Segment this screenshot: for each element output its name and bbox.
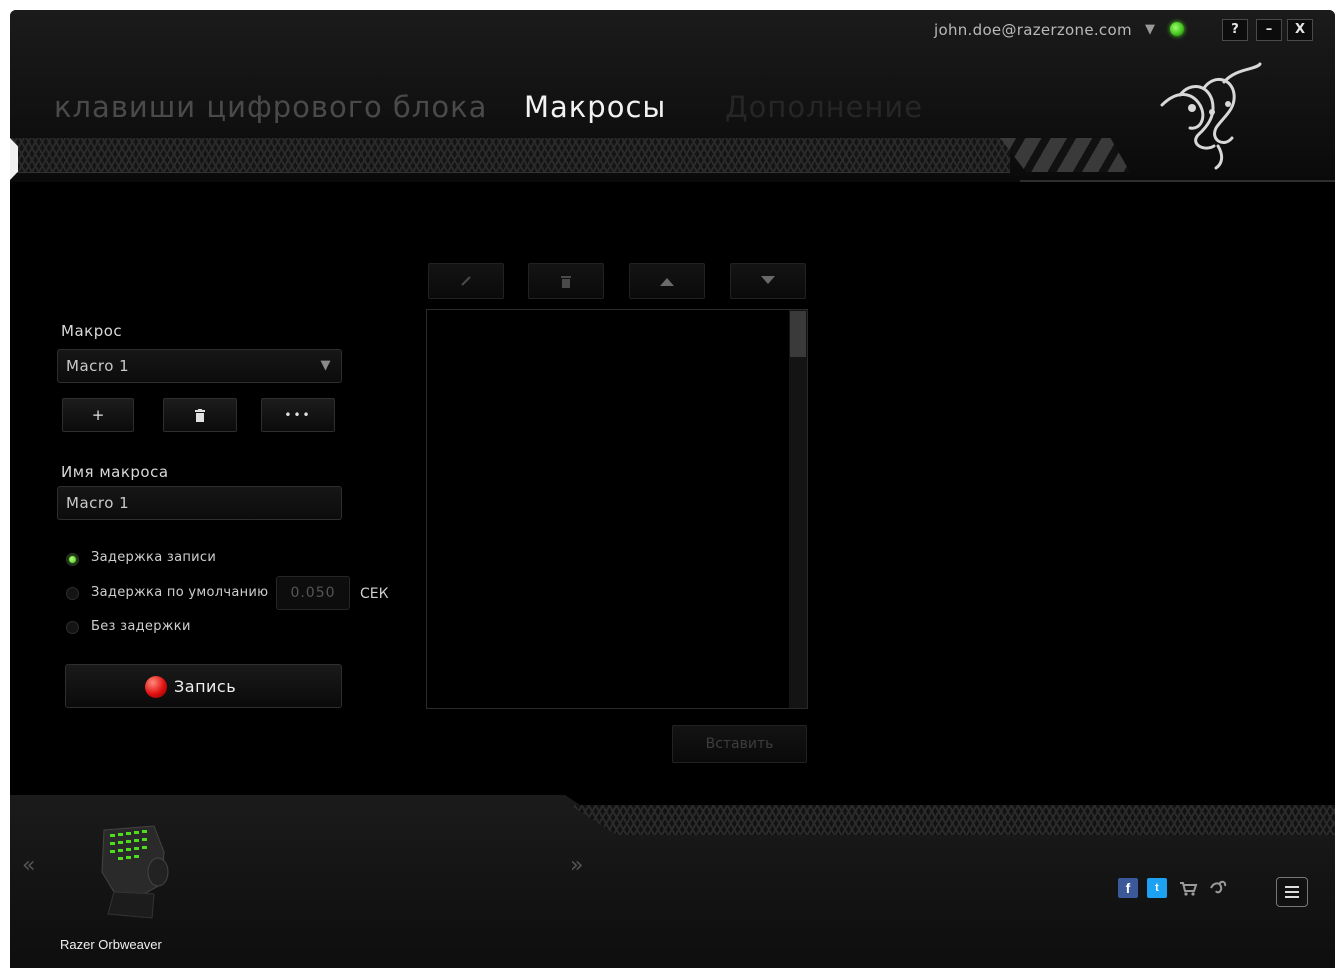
delete-macro-button[interactable] — [163, 398, 237, 432]
online-status-icon — [1170, 22, 1184, 36]
help-button[interactable]: ? — [1222, 19, 1248, 41]
device-name[interactable]: Razer Orbweaver — [60, 937, 162, 952]
next-device-icon[interactable]: » — [570, 853, 583, 878]
header-divider — [1020, 180, 1335, 182]
record-button[interactable]: Запись — [65, 664, 342, 708]
facebook-icon[interactable]: f — [1118, 878, 1138, 898]
account-dropdown-icon[interactable]: ▼ — [1145, 22, 1155, 37]
chevron-down-icon: ▼ — [320, 358, 331, 373]
cart-icon[interactable] — [1178, 878, 1198, 898]
minimize-button[interactable]: – — [1256, 19, 1282, 41]
razer-icon[interactable] — [1208, 878, 1228, 898]
razer-logo-icon — [1160, 62, 1262, 170]
macro-label: Макрос — [61, 322, 123, 340]
razer-synapse-window: john.doe@razerzone.com ▼ ? – X клавиши ц… — [10, 10, 1335, 968]
macro-name-label: Имя макроса — [61, 463, 169, 481]
account-email[interactable]: john.doe@razerzone.com — [934, 21, 1132, 39]
header: john.doe@razerzone.com ▼ ? – X клавиши ц… — [10, 10, 1335, 182]
more-options-button[interactable]: ••• — [261, 398, 335, 432]
delete-event-button[interactable] — [528, 263, 604, 299]
macro-name-input[interactable]: Macro 1 — [57, 486, 342, 520]
trash-icon — [195, 409, 205, 422]
scrollbar[interactable] — [789, 310, 807, 708]
pencil-icon — [461, 276, 471, 286]
radio-no-delay[interactable] — [66, 621, 79, 634]
header-pattern-stripe — [10, 138, 1010, 173]
edit-button[interactable] — [428, 263, 504, 299]
macro-event-list[interactable] — [426, 309, 808, 709]
macro-select[interactable]: Macro 1 ▼ — [57, 349, 342, 383]
twitter-icon[interactable]: t — [1147, 878, 1167, 898]
delay-unit-label: СЕК — [360, 586, 389, 602]
previous-device-icon[interactable]: « — [22, 853, 35, 878]
radio-default-delay[interactable] — [66, 587, 79, 600]
move-up-button[interactable] — [629, 263, 705, 299]
device-image[interactable] — [94, 822, 174, 922]
no-delay-label[interactable]: Без задержки — [91, 619, 191, 634]
menu-icon[interactable] — [1276, 877, 1308, 907]
tab-addon[interactable]: Дополнение — [725, 90, 923, 124]
scrollbar-thumb[interactable] — [790, 311, 806, 357]
macro-select-value: Macro 1 — [66, 357, 130, 375]
arrow-up-icon — [660, 278, 674, 286]
header-slant-decoration — [1000, 138, 1130, 172]
tab-macros[interactable]: Макросы — [524, 90, 666, 124]
move-down-button[interactable] — [730, 263, 806, 299]
close-button[interactable]: X — [1287, 19, 1313, 41]
tab-keypad[interactable]: клавиши цифрового блока — [54, 90, 487, 124]
record-delay-label[interactable]: Задержка записи — [91, 550, 216, 565]
arrow-down-icon — [761, 276, 775, 284]
insert-button[interactable]: Вставить — [672, 725, 807, 763]
default-delay-input[interactable]: 0.050 — [276, 576, 350, 610]
footer-pattern-stripe — [570, 805, 1335, 835]
radio-record-delay[interactable] — [66, 553, 79, 566]
record-icon — [145, 676, 167, 698]
default-delay-label[interactable]: Задержка по умолчанию — [91, 585, 268, 600]
trash-icon — [561, 276, 571, 288]
record-label: Запись — [174, 677, 237, 696]
add-macro-button[interactable]: + — [62, 398, 134, 432]
